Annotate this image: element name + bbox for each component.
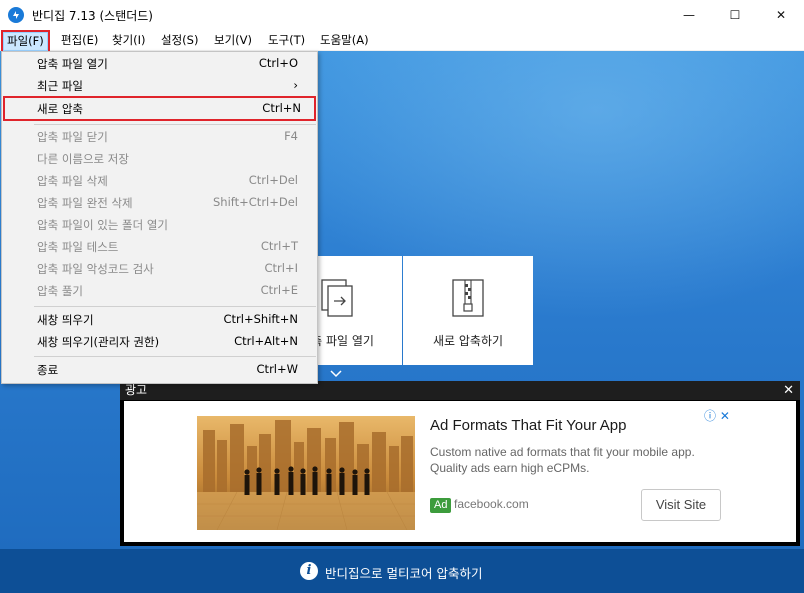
menu-view[interactable]: 보기(V)	[211, 32, 255, 51]
menu-help[interactable]: 도움말(A)	[317, 32, 372, 51]
bandizip-logo-icon	[8, 7, 24, 23]
menu-item-label: 압축 파일 악성코드 검사	[37, 262, 154, 276]
minimize-icon: —	[683, 8, 695, 22]
menu-item-permanently-delete[interactable]: 압축 파일 완전 삭제 Shift+Ctrl+Del	[4, 192, 315, 213]
menu-item-shortcut: Shift+Ctrl+Del	[213, 195, 298, 209]
new-archive-label: 새로 압축하기	[432, 334, 504, 348]
menu-item-label: 압축 파일 완전 삭제	[37, 196, 133, 210]
menu-item-shortcut: Ctrl+Shift+N	[223, 312, 298, 326]
menu-item-label: 새창 띄우기(관리자 권한)	[37, 335, 160, 349]
ad-panel: 광고 ✕ Ad Formats That Fit Your App ⓘ ✕ Cu…	[120, 381, 800, 546]
menu-separator	[34, 356, 316, 357]
menu-edit[interactable]: 편집(E)	[58, 32, 101, 51]
menu-item-label: 압축 파일 테스트	[37, 240, 119, 254]
status-bar: i 반디집으로 멀티코어 압축하기	[0, 549, 804, 593]
window-title: 반디집 7.13 (스탠더드)	[32, 9, 153, 23]
submenu-arrow-icon: ›	[293, 78, 298, 92]
menu-item-malware-scan[interactable]: 압축 파일 악성코드 검사 Ctrl+I	[4, 258, 315, 279]
chevron-down-icon[interactable]	[329, 368, 343, 382]
menu-item-shortcut: Ctrl+O	[258, 56, 298, 70]
minimize-button[interactable]: —	[666, 0, 712, 30]
menu-find[interactable]: 찾기(I)	[109, 32, 149, 51]
status-link[interactable]: 반디집으로 멀티코어 압축하기	[325, 563, 482, 582]
zip-file-icon	[452, 279, 484, 320]
menu-item-shortcut: F4	[284, 129, 298, 143]
menu-item-label: 압축 파일 삭제	[37, 174, 108, 188]
ad-domain: facebook.com	[454, 497, 529, 511]
menu-item-close-archive[interactable]: 압축 파일 닫기 F4	[4, 126, 315, 147]
menu-item-label: 압축 파일 닫기	[37, 130, 108, 144]
menu-item-shortcut: Ctrl+T	[260, 239, 298, 253]
menu-item-save-as[interactable]: 다른 이름으로 저장	[4, 148, 315, 169]
menu-item-test-archive[interactable]: 압축 파일 테스트 Ctrl+T	[4, 236, 315, 257]
menu-item-label: 압축 풀기	[37, 284, 83, 298]
ad-close-icon[interactable]: ✕	[783, 381, 794, 400]
menu-item-label: 압축 파일 열기	[37, 57, 108, 71]
ad-body[interactable]: Ad Formats That Fit Your App ⓘ ✕ Custom …	[124, 401, 796, 542]
menu-item-new-window-admin[interactable]: 새창 띄우기(관리자 권한) Ctrl+Alt+N	[4, 331, 315, 352]
info-icon: i	[300, 562, 318, 580]
menu-item-shortcut: Ctrl+Del	[248, 173, 298, 187]
menu-item-new-archive[interactable]: 새로 압축 Ctrl+N	[3, 96, 316, 121]
menu-item-open-archive[interactable]: 압축 파일 열기 Ctrl+O	[4, 53, 315, 74]
ad-badge: Ad	[430, 498, 452, 513]
menu-item-open-folder[interactable]: 압축 파일이 있는 폴더 열기	[4, 214, 315, 235]
menu-separator	[34, 124, 316, 125]
new-archive-tile[interactable]: 새로 압축하기	[403, 256, 533, 365]
maximize-icon: ☐	[729, 8, 741, 22]
menu-item-delete-archive[interactable]: 압축 파일 삭제 Ctrl+Del	[4, 170, 315, 191]
menu-item-label: 새로 압축	[37, 102, 83, 116]
menu-item-label: 새창 띄우기	[37, 313, 94, 327]
menu-item-label: 최근 파일	[37, 79, 83, 93]
close-button[interactable]: ✕	[758, 0, 804, 30]
menu-item-shortcut: Ctrl+Alt+N	[234, 334, 298, 348]
menu-item-recent-files[interactable]: 최근 파일 ›	[4, 75, 315, 96]
ad-header-label: 광고	[125, 383, 148, 397]
maximize-button[interactable]: ☐	[712, 0, 758, 30]
menu-item-label: 압축 파일이 있는 폴더 열기	[37, 218, 169, 232]
ad-image	[197, 416, 415, 531]
menu-item-shortcut: Ctrl+I	[264, 261, 299, 275]
menu-item-extract[interactable]: 압축 풀기 Ctrl+E	[4, 280, 315, 301]
menu-item-label: 종료	[37, 363, 59, 377]
menu-item-exit[interactable]: 종료 Ctrl+W	[4, 359, 315, 380]
ad-description: Custom native ad formats that fit your m…	[430, 445, 695, 475]
menu-bar: 파일(F) 편집(E) 찾기(I) 설정(S) 보기(V) 도구(T) 도움말(…	[0, 30, 804, 53]
menu-item-new-window[interactable]: 새창 띄우기 Ctrl+Shift+N	[4, 309, 315, 330]
menu-item-label: 다른 이름으로 저장	[37, 152, 129, 166]
ad-title[interactable]: Ad Formats That Fit Your App	[430, 417, 627, 434]
menu-item-shortcut: Ctrl+W	[256, 362, 298, 376]
file-menu-dropdown: 압축 파일 열기 Ctrl+O 최근 파일 › 새로 압축 Ctrl+N 압축 …	[1, 51, 318, 384]
menu-file[interactable]: 파일(F)	[1, 30, 50, 53]
title-bar: 반디집 7.13 (스탠더드) — ☐ ✕	[0, 0, 804, 30]
close-icon: ✕	[775, 8, 787, 22]
menu-item-shortcut: Ctrl+N	[262, 101, 301, 115]
visit-site-button[interactable]: Visit Site	[641, 489, 721, 521]
open-archive-icon	[321, 279, 353, 320]
menu-tools[interactable]: 도구(T)	[265, 32, 308, 51]
ad-choices-icon[interactable]: ⓘ ✕	[704, 407, 730, 424]
menu-settings[interactable]: 설정(S)	[158, 32, 201, 51]
menu-separator	[34, 306, 316, 307]
menu-item-shortcut: Ctrl+E	[260, 283, 298, 297]
